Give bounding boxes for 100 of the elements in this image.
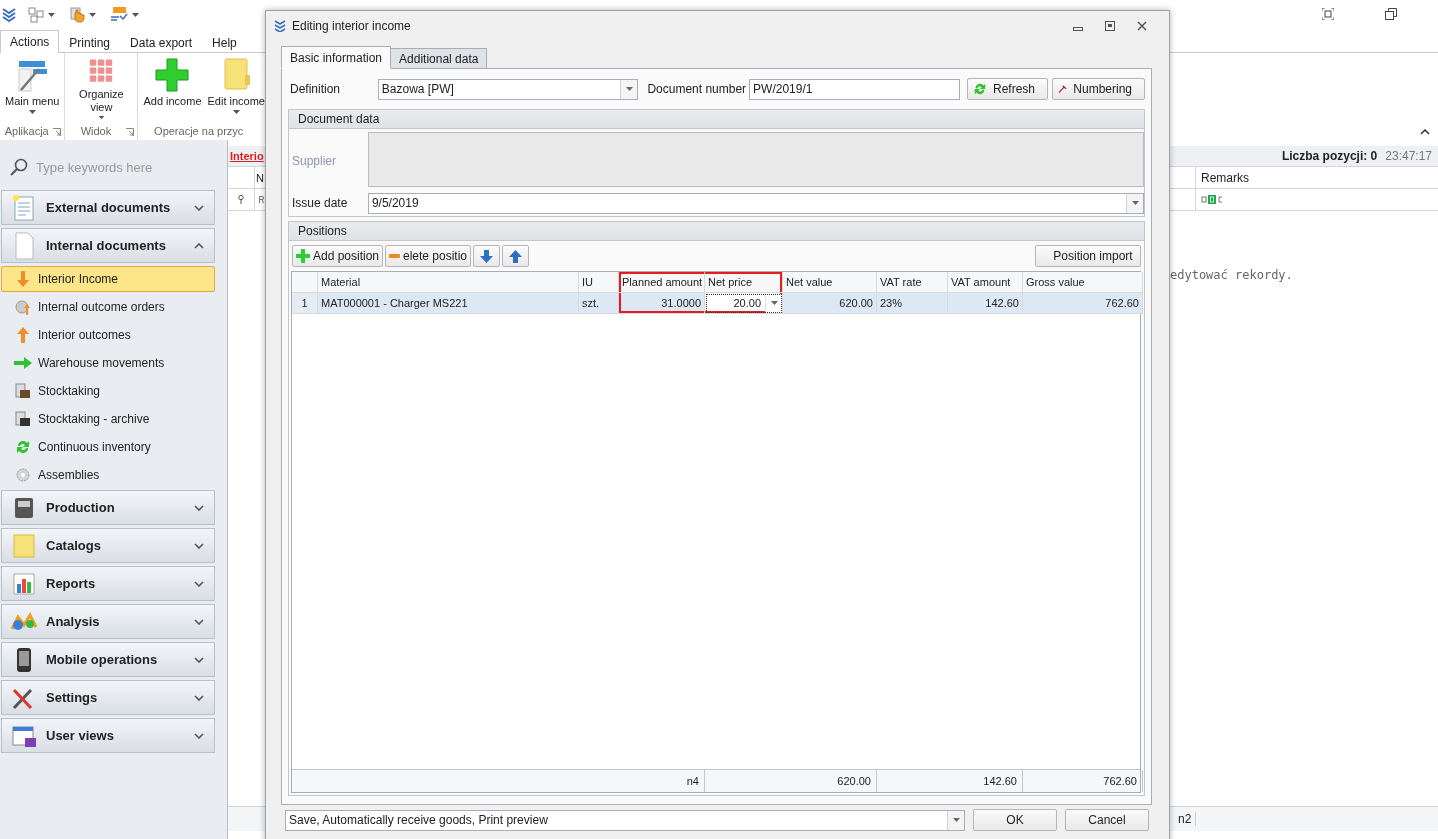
- caret-icon: [48, 13, 55, 17]
- document-tab[interactable]: Interio: [228, 150, 264, 162]
- nav-item[interactable]: Stocktaking: [1, 378, 215, 404]
- caret-icon: [132, 13, 139, 17]
- maximize-icon: [1105, 21, 1115, 31]
- column-header[interactable]: IU: [579, 272, 619, 293]
- add-position-button[interactable]: Add position: [292, 245, 384, 267]
- nav-item[interactable]: Stocktaking - archive: [1, 406, 215, 432]
- ribbon-button[interactable]: Add income: [140, 57, 205, 119]
- window-title: Editing interior income: [292, 19, 412, 33]
- column-header[interactable]: VAT amount: [948, 272, 1023, 293]
- nav-group-header[interactable]: User views: [1, 718, 215, 753]
- nav-item[interactable]: Warehouse movements: [1, 350, 215, 376]
- action-dropdown[interactable]: Save, Automatically receive goods, Print preview: [285, 809, 965, 831]
- dropdown-arrow-icon: [770, 301, 778, 305]
- dropdown-arrow-icon: [952, 818, 960, 822]
- arrow-down-icon: [17, 271, 29, 287]
- archive-box-icon: [15, 411, 31, 427]
- nav-group-header[interactable]: Production: [1, 490, 215, 525]
- fullscreen-icon: [1322, 8, 1334, 20]
- caret-icon: [89, 13, 96, 17]
- pin-icon: [238, 195, 244, 204]
- definition-dropdown[interactable]: Bazowa [PW]: [377, 78, 639, 100]
- ribbon-tab[interactable]: Actions: [0, 30, 60, 53]
- box-icon: [15, 383, 31, 399]
- column-header[interactable]: Net value: [783, 272, 877, 293]
- column-header[interactable]: N: [255, 171, 264, 184]
- plus-icon: [155, 57, 190, 93]
- summary-value: 620.00: [837, 775, 871, 787]
- arrow-up-icon: [17, 327, 29, 343]
- nav-group-header[interactable]: Settings: [1, 680, 215, 715]
- dropdown-arrow-icon: [1131, 201, 1139, 205]
- field-label: Issue date: [291, 196, 349, 210]
- column-header[interactable]: VAT rate: [877, 272, 948, 293]
- search-icon: [10, 158, 28, 176]
- summary-value: n4: [686, 775, 699, 787]
- nav-group-header[interactable]: Analysis: [1, 604, 215, 639]
- ribbon-button[interactable]: Organize view: [67, 57, 136, 119]
- group-title: Positions: [298, 224, 347, 238]
- nav-group-header[interactable]: External documents: [1, 190, 215, 225]
- document-number-field[interactable]: PW/2019/1: [749, 78, 960, 100]
- arrow-up-icon: [509, 249, 523, 263]
- column-header[interactable]: Remarks: [1201, 170, 1249, 185]
- minus-icon: [389, 253, 400, 259]
- arrow-down-icon: [480, 249, 494, 263]
- ribbon-button[interactable]: Main menu: [2, 57, 63, 119]
- dialog-tab[interactable]: Basic information: [281, 46, 392, 69]
- move-down-button[interactable]: [473, 245, 501, 267]
- table-cell: MAT000001 - Charger MS221: [318, 293, 579, 314]
- column-header[interactable]: Gross value: [1023, 272, 1143, 293]
- table-cell: 762.60: [1023, 293, 1143, 314]
- empty-grid-message: edytować rekordy.: [1170, 267, 1294, 282]
- move-up-button[interactable]: [502, 245, 530, 267]
- position-import-button[interactable]: Position import: [1035, 245, 1141, 267]
- ok-button[interactable]: OK: [973, 809, 1057, 831]
- arrow-right-icon: [14, 357, 32, 369]
- column-header[interactable]: Net price: [705, 272, 783, 293]
- column-header[interactable]: Material: [318, 272, 579, 293]
- gear-icon: [15, 467, 31, 483]
- printer-icon: [12, 495, 36, 520]
- filter-condition-icon: [259, 196, 264, 203]
- delete-position-button[interactable]: elete positio: [385, 245, 472, 267]
- ribbon-tab[interactable]: Data export: [120, 31, 203, 53]
- issue-date-field[interactable]: 9/5/2019: [367, 192, 1144, 214]
- app-logo-icon: [274, 20, 286, 32]
- nav-item[interactable]: Internal outcome orders: [1, 294, 215, 320]
- analysis-icon: [10, 610, 38, 633]
- ribbon-group-label: Operacje na przyc: [154, 125, 244, 137]
- ribbon-button[interactable]: Edit income: [204, 57, 268, 119]
- nav-item[interactable]: Continuous inventory: [1, 434, 215, 460]
- ribbon-tab[interactable]: Printing: [59, 31, 121, 53]
- document-icon: [12, 194, 36, 221]
- row-number: 1: [292, 293, 318, 314]
- cell-editor[interactable]: 20.00: [705, 293, 783, 314]
- field-label: Supplier: [291, 153, 338, 170]
- nav-item[interactable]: Interior outcomes: [1, 322, 215, 348]
- numbering-button[interactable]: Numbering: [1052, 78, 1145, 100]
- refresh-button[interactable]: Refresh: [967, 78, 1048, 100]
- table-cell: 31.0000: [619, 293, 705, 314]
- ribbon-tab[interactable]: Help: [202, 31, 247, 53]
- nav-item[interactable]: Interior Income: [1, 266, 215, 292]
- nav-item[interactable]: Assemblies: [1, 462, 215, 488]
- cancel-button[interactable]: Cancel: [1065, 809, 1149, 831]
- dropdown-arrow-icon: [625, 87, 633, 91]
- nav-group-header[interactable]: Catalogs: [1, 528, 215, 563]
- field-label: Document number: [647, 82, 747, 96]
- collapse-ribbon-icon: [1420, 129, 1430, 135]
- search-field[interactable]: Type keywords here: [36, 159, 216, 175]
- phone-icon: [14, 646, 34, 673]
- table-cell: 142.60: [948, 293, 1023, 314]
- text-filter-icon: [1201, 195, 1223, 204]
- hand-icon: [69, 7, 85, 23]
- nav-group-header[interactable]: Reports: [1, 566, 215, 601]
- nav-group-header[interactable]: Internal documents: [1, 228, 215, 263]
- restore-icon: [1385, 8, 1397, 20]
- nav-group-header[interactable]: Mobile operations: [1, 642, 215, 677]
- summary-value: 762.60: [1103, 775, 1137, 787]
- refresh-icon: [15, 439, 31, 455]
- ribbon-group-label: Aplikacja: [4, 125, 49, 137]
- column-header[interactable]: Planned amount: [619, 272, 705, 293]
